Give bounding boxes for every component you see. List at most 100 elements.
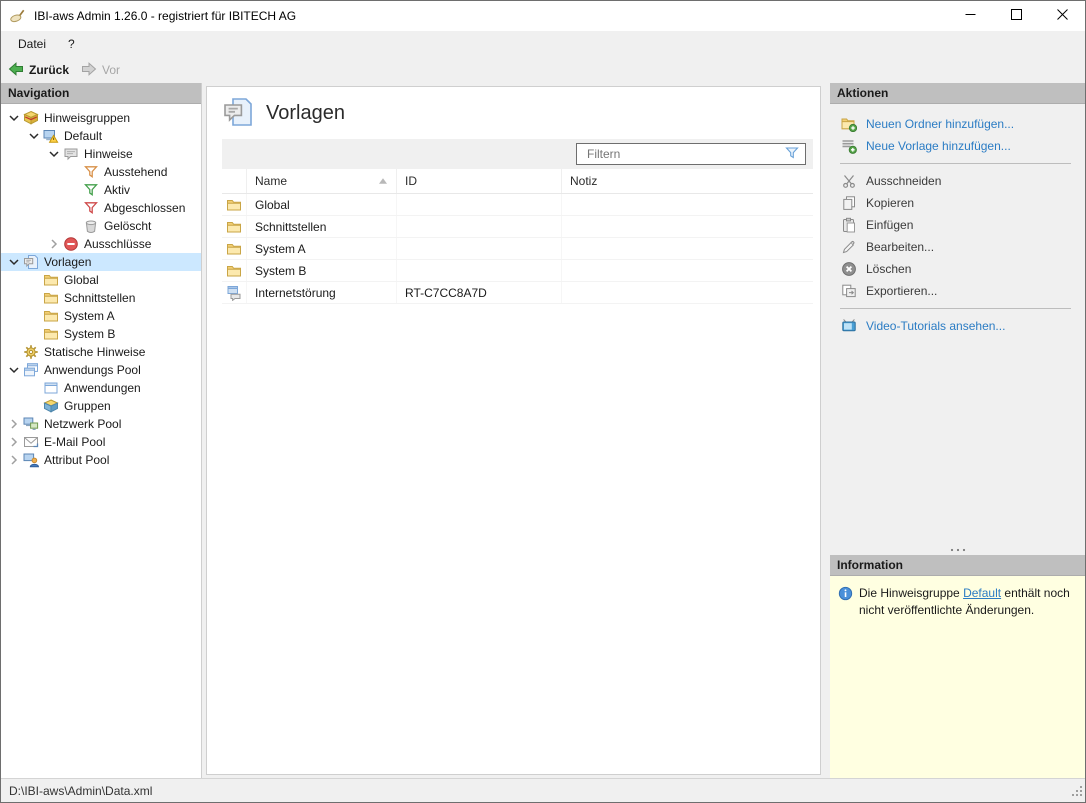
tv-icon bbox=[840, 318, 858, 334]
forward-button[interactable]: Vor bbox=[81, 61, 120, 80]
tree-item-anwendungs-pool[interactable]: Anwendungs Pool bbox=[1, 361, 201, 379]
table-body: GlobalSchnittstellenSystem ASystem BInte… bbox=[222, 194, 813, 304]
tree-item-vorlagen[interactable]: Vorlagen bbox=[1, 253, 201, 271]
action-label: Kopieren bbox=[866, 196, 914, 210]
column-header-label: Notiz bbox=[570, 174, 597, 188]
delete-icon bbox=[840, 261, 858, 277]
action-einfügen[interactable]: Einfügen bbox=[840, 214, 1079, 236]
app-body: Navigation HinweisgruppenDefaultHinweise… bbox=[1, 83, 1085, 778]
chevron-down-icon[interactable] bbox=[5, 362, 22, 378]
action-löschen[interactable]: Löschen bbox=[840, 258, 1079, 280]
resize-grip[interactable] bbox=[1071, 785, 1083, 800]
minus-circle-icon bbox=[62, 236, 80, 252]
panel-splitter[interactable] bbox=[830, 545, 1085, 555]
tree-item-gelöscht[interactable]: Gelöscht bbox=[1, 217, 201, 235]
tree-item-global[interactable]: Global bbox=[1, 271, 201, 289]
forward-arrow-icon bbox=[81, 61, 97, 80]
filter-box bbox=[576, 143, 806, 165]
tree-item-statische-hinweise[interactable]: Statische Hinweise bbox=[1, 343, 201, 361]
action-bearbeiten[interactable]: Bearbeiten... bbox=[840, 236, 1079, 258]
tree-item-system-a[interactable]: System A bbox=[1, 307, 201, 325]
chevron-down-icon[interactable] bbox=[5, 254, 22, 270]
back-button[interactable]: Zurück bbox=[8, 61, 69, 80]
chevron-down-icon[interactable] bbox=[5, 110, 22, 126]
cell-id: RT-C7CC8A7D bbox=[397, 282, 562, 303]
maximize-button[interactable] bbox=[993, 1, 1039, 31]
tree-item-ausschlüsse[interactable]: Ausschlüsse bbox=[1, 235, 201, 253]
tree-item-attribut-pool[interactable]: Attribut Pool bbox=[1, 451, 201, 469]
tree-item-label: Gruppen bbox=[64, 399, 115, 413]
back-button-label: Zurück bbox=[29, 63, 69, 77]
default-group-link[interactable]: Default bbox=[963, 586, 1001, 600]
chevron-right-icon[interactable] bbox=[5, 416, 22, 432]
action-neuen-ordner-hinzufügen[interactable]: Neuen Ordner hinzufügen... bbox=[840, 113, 1079, 135]
cell-notiz bbox=[562, 216, 813, 237]
back-arrow-icon bbox=[8, 61, 24, 80]
tree-item-label: Vorlagen bbox=[44, 255, 95, 269]
tree-item-hinweisgruppen[interactable]: Hinweisgruppen bbox=[1, 109, 201, 127]
column-header-id[interactable]: ID bbox=[397, 169, 562, 193]
tree-item-label: Abgeschlossen bbox=[104, 201, 189, 215]
tree-item-e-mail-pool[interactable]: E-Mail Pool bbox=[1, 433, 201, 451]
action-video-tutorials-ansehen[interactable]: Video-Tutorials ansehen... bbox=[840, 315, 1079, 337]
tree-item-label: Hinweisgruppen bbox=[44, 111, 134, 125]
tree-item-label: Statische Hinweise bbox=[44, 345, 149, 359]
column-header-name[interactable]: Name bbox=[247, 169, 397, 193]
menu-help[interactable]: ? bbox=[57, 34, 86, 54]
mail-icon bbox=[22, 434, 40, 450]
folder-icon bbox=[42, 308, 60, 324]
cell-name: System B bbox=[247, 260, 397, 281]
tree-item-abgeschlossen[interactable]: Abgeschlossen bbox=[1, 199, 201, 217]
tree-item-hinweise[interactable]: Hinweise bbox=[1, 145, 201, 163]
column-header-notiz[interactable]: Notiz bbox=[562, 169, 813, 193]
tree-item-label: Aktiv bbox=[104, 183, 134, 197]
tree-item-aktiv[interactable]: Aktiv bbox=[1, 181, 201, 199]
template-plus-icon bbox=[840, 138, 858, 154]
table-row-system-a[interactable]: System A bbox=[222, 238, 813, 260]
action-label: Exportieren... bbox=[866, 284, 937, 298]
close-button[interactable] bbox=[1039, 1, 1085, 31]
tree-item-anwendungen[interactable]: Anwendungen bbox=[1, 379, 201, 397]
chevron-right-icon[interactable] bbox=[45, 236, 62, 252]
tree-item-label: Netzwerk Pool bbox=[44, 417, 125, 431]
cell-name: System A bbox=[247, 238, 397, 259]
folder-plus-icon bbox=[840, 116, 858, 132]
maximize-icon bbox=[1011, 9, 1022, 23]
template-icon bbox=[222, 282, 247, 303]
table-row-system-b[interactable]: System B bbox=[222, 260, 813, 282]
column-header-icon[interactable] bbox=[222, 169, 247, 193]
table-row-internetstörung[interactable]: InternetstörungRT-C7CC8A7D bbox=[222, 282, 813, 304]
cell-notiz bbox=[562, 238, 813, 259]
column-header-label: Name bbox=[255, 174, 287, 188]
tree-item-default[interactable]: Default bbox=[1, 127, 201, 145]
menu-datei[interactable]: Datei bbox=[7, 34, 57, 54]
folder-icon bbox=[222, 216, 247, 237]
column-header-label: ID bbox=[405, 174, 417, 188]
table-row-global[interactable]: Global bbox=[222, 194, 813, 216]
filter-funnel-icon[interactable] bbox=[784, 145, 800, 164]
minimize-button[interactable] bbox=[947, 1, 993, 31]
filter-bar bbox=[222, 139, 813, 169]
tree-item-label: E-Mail Pool bbox=[44, 435, 109, 449]
tree-item-system-b[interactable]: System B bbox=[1, 325, 201, 343]
chevron-down-icon[interactable] bbox=[25, 128, 42, 144]
table-header-row: Name ID Notiz bbox=[222, 169, 813, 194]
tree-item-netzwerk-pool[interactable]: Netzwerk Pool bbox=[1, 415, 201, 433]
tree-item-gruppen[interactable]: Gruppen bbox=[1, 397, 201, 415]
tree-item-schnittstellen[interactable]: Schnittstellen bbox=[1, 289, 201, 307]
chevron-right-icon[interactable] bbox=[5, 452, 22, 468]
tree-item-label: Anwendungs Pool bbox=[44, 363, 145, 377]
table-row-schnittstellen[interactable]: Schnittstellen bbox=[222, 216, 813, 238]
tree-item-label: Schnittstellen bbox=[64, 291, 139, 305]
filter-input[interactable] bbox=[585, 146, 784, 162]
action-kopieren[interactable]: Kopieren bbox=[840, 192, 1079, 214]
tree-item-ausstehend[interactable]: Ausstehend bbox=[1, 163, 201, 181]
chevron-right-icon[interactable] bbox=[5, 434, 22, 450]
action-neue-vorlage-hinzufügen[interactable]: Neue Vorlage hinzufügen... bbox=[840, 135, 1079, 157]
action-exportieren[interactable]: Exportieren... bbox=[840, 280, 1079, 302]
action-ausschneiden[interactable]: Ausschneiden bbox=[840, 170, 1079, 192]
forward-button-label: Vor bbox=[102, 63, 120, 77]
chevron-down-icon[interactable] bbox=[45, 146, 62, 162]
menu-bar: Datei ? bbox=[1, 31, 1085, 57]
tree-item-label: Ausstehend bbox=[104, 165, 171, 179]
